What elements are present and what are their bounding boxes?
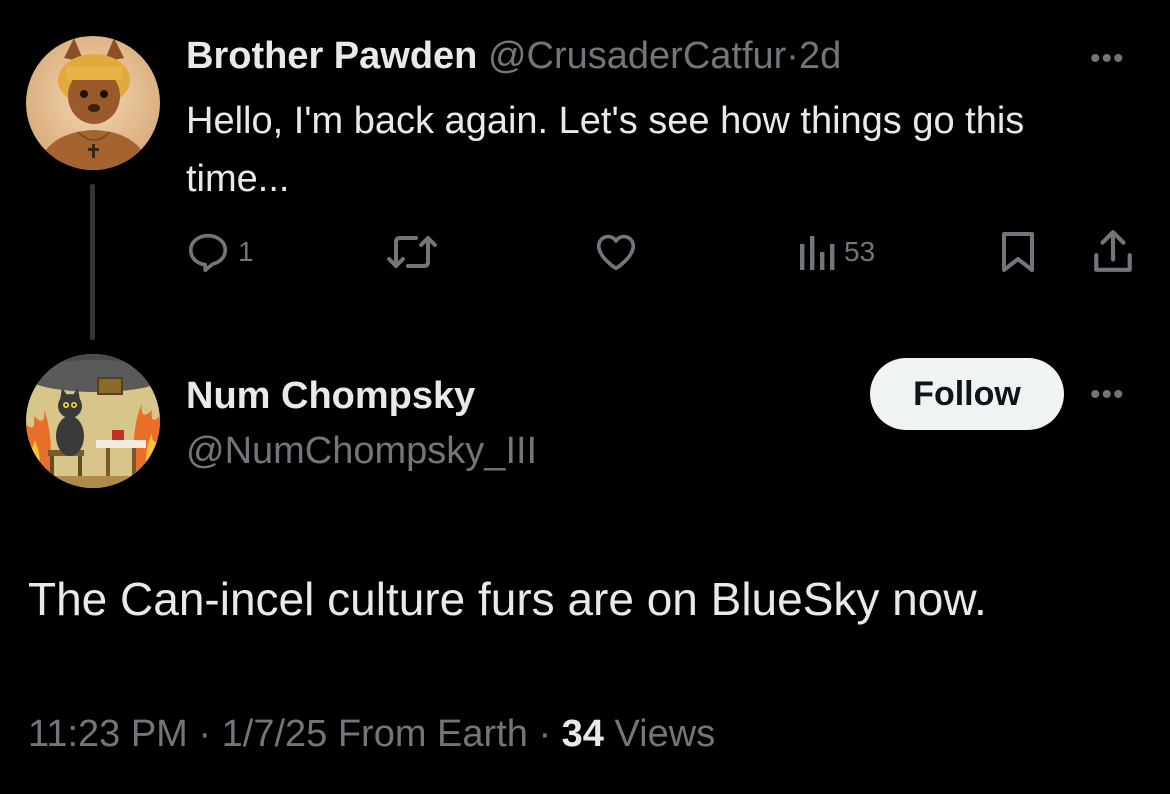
retweet-icon [387, 236, 437, 268]
avatar-brother-pawden[interactable] [26, 36, 160, 170]
separator: · [198, 713, 212, 755]
separator: · [786, 35, 799, 77]
avatar-image [26, 354, 160, 488]
tweet-text: The Can-incel culture furs are on BlueSk… [28, 573, 987, 625]
view-count: 53 [844, 236, 876, 267]
views-button[interactable]: 53 [796, 232, 875, 272]
handle[interactable]: @NumChompsky_III [186, 427, 537, 475]
handle[interactable]: @CrusaderCatfur [488, 35, 786, 77]
bookmark-icon [1002, 232, 1034, 272]
time-ago[interactable]: 2d [799, 35, 841, 77]
retweet-button[interactable] [386, 232, 446, 272]
more-options-button[interactable]: ••• [1090, 380, 1125, 410]
parent-tweet-header: Brother Pawden @CrusaderCatfur·2d [186, 32, 841, 80]
separator: · [538, 713, 552, 755]
tweet-meta: 11:23 PM · 1/7/25 From Earth · 34 Views [28, 708, 715, 760]
tweet-location: From Earth [337, 713, 528, 755]
display-name[interactable]: Num Chompsky [186, 372, 475, 420]
follow-button[interactable]: Follow [870, 358, 1064, 430]
tweet-time[interactable]: 11:23 PM [28, 713, 188, 755]
avatar-num-chompsky[interactable] [26, 354, 160, 488]
display-name[interactable]: Brother Pawden [186, 35, 477, 77]
views-count: 34 [561, 713, 604, 755]
reply-count: 1 [238, 236, 254, 267]
more-options-button[interactable]: ••• [1090, 44, 1125, 74]
views-label: Views [614, 713, 716, 755]
heart-icon [596, 234, 636, 271]
reply-icon [188, 233, 228, 272]
share-button[interactable] [1090, 228, 1136, 274]
reply-button[interactable]: 1 [186, 232, 254, 272]
tweet-date[interactable]: 1/7/25 [222, 713, 328, 755]
share-icon [1094, 230, 1132, 272]
avatar-image [26, 36, 160, 170]
thread-line [90, 184, 95, 340]
analytics-icon [800, 236, 835, 270]
bookmark-button[interactable] [998, 230, 1038, 274]
like-button[interactable] [594, 232, 646, 272]
parent-tweet-text: Hello, I'm back again. Let's see how thi… [186, 100, 1025, 200]
